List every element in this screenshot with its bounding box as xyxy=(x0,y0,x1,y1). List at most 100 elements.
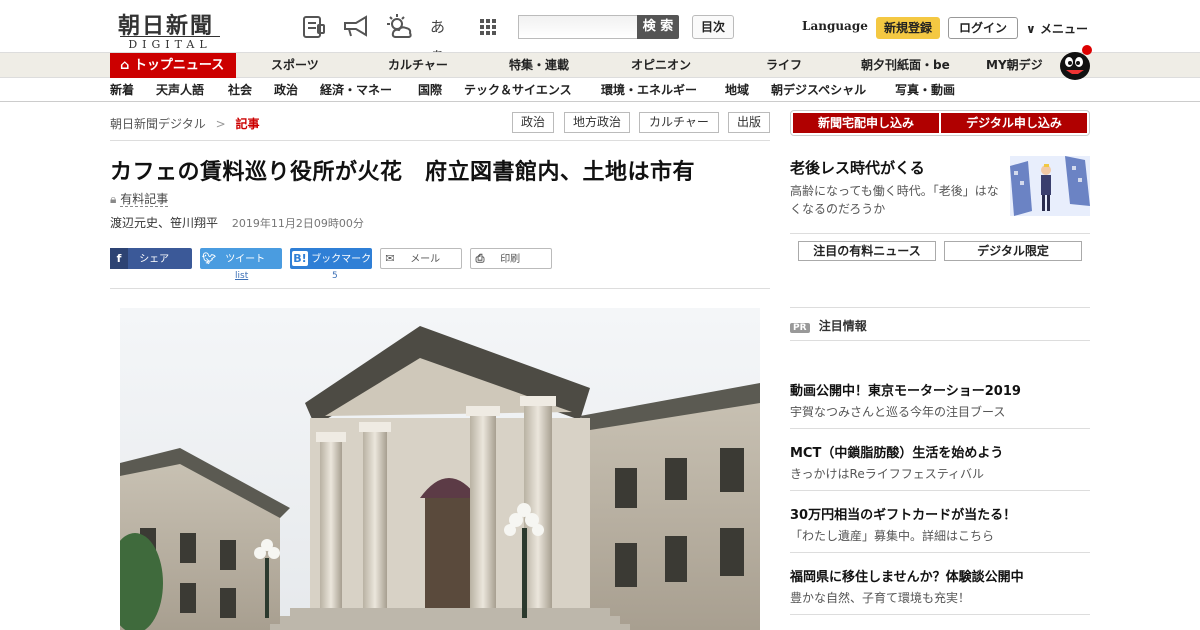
divider xyxy=(790,340,1090,341)
divider xyxy=(110,140,770,141)
nav-top-news[interactable]: ⌂ トップニュース xyxy=(110,53,236,78)
home-icon: ⌂ xyxy=(120,58,130,73)
pr-item-title[interactable]: MCT（中鎖脂肪酸）生活を始めよう xyxy=(790,442,1003,461)
nav2-item-international[interactable]: 国際 xyxy=(418,78,442,102)
nav2-item-photo[interactable]: 写真・動画 xyxy=(895,78,955,102)
megaphone-icon[interactable] xyxy=(342,13,370,41)
hatena-count: 5 xyxy=(332,271,338,281)
promo-title[interactable]: 老後レス時代がくる xyxy=(790,157,925,178)
print-icon: ⎙ xyxy=(475,252,485,265)
mail-icon: ✉ xyxy=(385,252,395,265)
promo-description[interactable]: 高齢になっても働く時代。「老後」はなくなるのだろうか xyxy=(790,182,1000,218)
pr-heading-label: 注目情報 xyxy=(818,319,867,333)
pr-item-title[interactable]: 30万円相当のギフトカードが当たる！ xyxy=(790,504,1016,523)
twitter-icon: 🐦︎ xyxy=(202,252,216,265)
language-link[interactable]: Language xyxy=(802,19,868,33)
article-photo[interactable] xyxy=(120,308,760,630)
nav-item-sports[interactable]: スポーツ xyxy=(271,53,319,78)
divider xyxy=(790,233,1090,234)
tag-local-politics[interactable]: 地方政治 xyxy=(564,112,630,133)
nav2-item-politics[interactable]: 政治 xyxy=(274,78,298,102)
toc-button[interactable]: 目次 xyxy=(692,15,734,39)
search-button[interactable]: 検 索 xyxy=(637,15,679,39)
paid-article-label: 有料記事 xyxy=(120,192,169,207)
divider xyxy=(790,490,1090,491)
nav2-item-latest[interactable]: 新着 xyxy=(110,78,134,102)
mail-share-button[interactable]: ✉ メール xyxy=(380,248,462,269)
promo-illustration[interactable] xyxy=(1010,156,1090,216)
divider xyxy=(790,552,1090,553)
paid-news-button[interactable]: 注目の有料ニュース xyxy=(798,241,936,261)
nav-item-my[interactable]: MY朝デジ xyxy=(986,53,1043,78)
tag-publishing[interactable]: 出版 xyxy=(728,112,770,133)
tag-politics[interactable]: 政治 xyxy=(512,112,554,133)
pr-item-desc[interactable]: 「わたし遺産」募集中。詳細はこちら xyxy=(790,527,994,544)
nav2-item-region[interactable]: 地域 xyxy=(725,78,749,102)
grid-menu-icon[interactable] xyxy=(474,13,502,41)
nav2-item-environment[interactable]: 環境・エネルギー xyxy=(601,78,697,102)
menu-button-label: メニュー xyxy=(1039,22,1088,36)
subscribe-home-button[interactable]: 新聞宅配申し込み xyxy=(793,113,939,133)
lock-icon: 🔒︎ xyxy=(110,192,117,206)
divider xyxy=(790,614,1090,615)
facebook-share-label: シェア xyxy=(139,254,170,265)
breadcrumb: 朝日新聞デジタル > 記事 xyxy=(110,115,260,132)
tag-culture[interactable]: カルチャー xyxy=(639,112,719,133)
pr-item-title[interactable]: 福岡県に移住しませんか？体験談公開中 xyxy=(790,566,1024,585)
nav-item-life[interactable]: ライフ xyxy=(766,53,802,78)
print-button[interactable]: ⎙ 印刷 xyxy=(470,248,552,269)
article-date: 2019年11月2日09時00分 xyxy=(231,217,364,230)
print-label: 印刷 xyxy=(500,254,521,265)
hatena-bookmark-label: ブックマーク xyxy=(311,254,372,265)
pr-badge: PR xyxy=(790,323,810,333)
hatena-bookmark-button[interactable]: B! ブックマーク xyxy=(290,248,372,269)
nav-item-paper[interactable]: 朝夕刊紙面・be xyxy=(861,53,950,78)
facebook-icon: f xyxy=(110,248,128,269)
paid-article-badge: 🔒︎ 有料記事 xyxy=(110,190,169,207)
mail-share-label: メール xyxy=(410,254,441,265)
nav-item-features[interactable]: 特集・連載 xyxy=(509,53,569,78)
breadcrumb-separator: > xyxy=(215,117,226,131)
article-title: カフェの賃料巡り役所が火花 府立図書館内、土地は市有 xyxy=(110,160,696,185)
nav2-item-special[interactable]: 朝デジスペシャル xyxy=(771,78,866,102)
pr-item-desc[interactable]: きっかけはReライフフェスティバル xyxy=(790,465,984,482)
breadcrumb-current: 記事 xyxy=(235,117,260,131)
newspaper-icon[interactable] xyxy=(300,13,328,41)
site-header: 朝日新聞 DIGITAL あぁ 検 索 目次 Language 新規登録 ログイ… xyxy=(0,0,1200,64)
pr-heading: PR 注目情報 xyxy=(790,317,867,334)
divider xyxy=(110,288,770,289)
font-size-icon[interactable]: あぁ xyxy=(430,13,458,64)
subscribe-digital-button[interactable]: デジタル申し込み xyxy=(941,113,1087,133)
login-button[interactable]: ログイン xyxy=(948,17,1018,39)
site-logo[interactable]: 朝日新聞 DIGITAL xyxy=(110,8,228,51)
logo-sub-text: DIGITAL xyxy=(120,36,220,51)
pr-item-title[interactable]: 動画公開中！東京モーターショー2019 xyxy=(790,380,1021,399)
nav2-item-tenseijingo[interactable]: 天声人語 xyxy=(156,78,204,102)
hatena-icon: B! xyxy=(292,251,308,266)
breadcrumb-root[interactable]: 朝日新聞デジタル xyxy=(110,117,206,131)
weather-icon[interactable] xyxy=(386,13,414,41)
nav-item-culture[interactable]: カルチャー xyxy=(388,53,448,78)
nav2-item-economy[interactable]: 経済・マネー xyxy=(320,78,392,102)
nav2-item-society[interactable]: 社会 xyxy=(228,78,252,102)
mascot-icon[interactable] xyxy=(1054,44,1094,80)
divider xyxy=(790,428,1090,429)
chevron-down-icon: ∨ xyxy=(1026,22,1036,36)
pr-item-desc[interactable]: 宇賀なつみさんと巡る今年の注目ブース xyxy=(790,403,1005,420)
nav-item-opinion[interactable]: オピニオン xyxy=(631,53,691,78)
twitter-share-button[interactable]: 🐦︎ ツイート xyxy=(200,248,282,269)
twitter-count[interactable]: list xyxy=(235,271,248,281)
pr-item-desc[interactable]: 豊かな自然、子育て環境も充実！ xyxy=(790,589,970,606)
facebook-share-button[interactable]: f シェア xyxy=(110,248,192,269)
primary-nav: ⌂ トップニュース スポーツ カルチャー 特集・連載 オピニオン ライフ 朝夕刊… xyxy=(0,52,1200,78)
divider xyxy=(790,307,1090,308)
article-authors: 渡辺元史、笹川翔平 xyxy=(110,216,219,230)
search-input[interactable] xyxy=(518,15,638,39)
secondary-nav: 新着 天声人語 社会 政治 経済・マネー 国際 テック＆サイエンス 環境・エネル… xyxy=(0,78,1200,102)
register-button[interactable]: 新規登録 xyxy=(876,17,940,39)
menu-button[interactable]: ∨ メニュー xyxy=(1026,20,1088,37)
twitter-share-label: ツイート xyxy=(225,254,266,265)
nav2-item-tech[interactable]: テック＆サイエンス xyxy=(464,78,572,102)
digital-only-button[interactable]: デジタル限定 xyxy=(944,241,1082,261)
article-byline: 渡辺元史、笹川翔平 2019年11月2日09時00分 xyxy=(110,214,364,231)
